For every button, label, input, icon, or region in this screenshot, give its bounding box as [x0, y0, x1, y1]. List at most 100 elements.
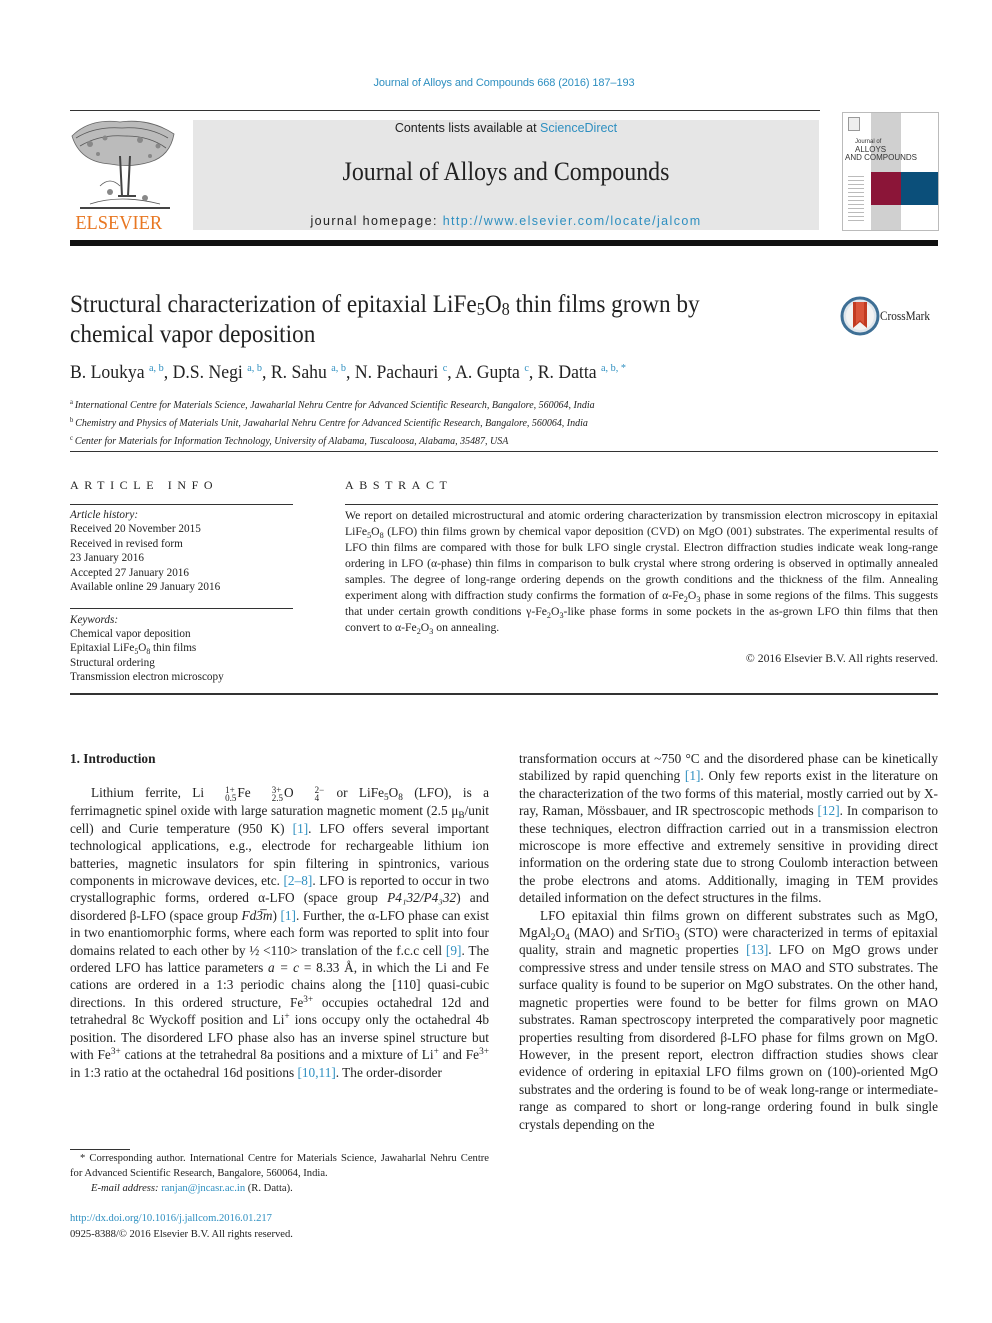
- author-affiliation-ref[interactable]: a, b: [247, 362, 262, 374]
- text: . The order-disorder: [335, 1064, 442, 1080]
- body-column-right: transformation occurs at ~750 °C and the…: [519, 750, 938, 1133]
- sciencedirect-link[interactable]: ScienceDirect: [540, 121, 617, 135]
- space-group: Fd3̅m: [241, 907, 273, 923]
- abstract-heading: ABSTRACT: [345, 478, 453, 492]
- footnote-rule: [70, 1149, 130, 1150]
- keyword-item[interactable]: Structural ordering: [70, 656, 224, 670]
- text: . LFO on MgO grows under compressive str…: [519, 942, 938, 1132]
- reference-link[interactable]: [1]: [293, 821, 309, 836]
- author[interactable]: D.S. Negi: [173, 362, 243, 383]
- formula-stack: 3+ 2.5: [271, 785, 283, 804]
- homepage-line: journal homepage: http://www.elsevier.co…: [193, 214, 819, 228]
- author-affiliation-ref[interactable]: a, b: [331, 362, 346, 374]
- reference-link[interactable]: [12]: [817, 803, 839, 818]
- reference-link[interactable]: [10,11]: [297, 1065, 335, 1080]
- divider-rule: [70, 451, 938, 452]
- author[interactable]: A. Gupta: [455, 362, 520, 383]
- text: Lithium ferrite, Li: [91, 785, 205, 801]
- journal-cover-thumbnail[interactable]: Journal of ALLOYS AND COMPOUNDS: [842, 112, 939, 231]
- cover-contents-lines: [848, 173, 864, 223]
- tree-icon: [70, 116, 176, 211]
- affiliation-key: b: [70, 416, 74, 424]
- formula-stack: 1+ 0.5: [225, 785, 237, 804]
- body-column-left: 1. Introduction Lithium ferrite, Li 1+ 0.5…: [70, 750, 489, 1081]
- space-group: P4₁32/P4₃32: [387, 890, 457, 906]
- header-rule-top: [70, 110, 820, 111]
- journal-title: Journal of Alloys and Compounds: [342, 157, 670, 186]
- body-paragraph: LFO epitaxial thin films grown on differ…: [519, 907, 938, 1132]
- abstract-text: We report on detailed microstructural an…: [345, 508, 938, 636]
- crossmark-icon: [840, 296, 880, 336]
- reference-link[interactable]: [1]: [280, 908, 296, 923]
- title-part: Structural characterization of epitaxial…: [70, 291, 477, 318]
- author-affiliation-ref[interactable]: a, b: [149, 362, 164, 374]
- text: in 1:3 ratio at the octahedral 16d posit…: [70, 1064, 298, 1080]
- author[interactable]: R. Datta: [538, 362, 597, 383]
- article-history-label: Article history:: [70, 509, 139, 521]
- text: cations at the tetrahedral 8a positions …: [120, 1047, 434, 1063]
- abstract-rule: [345, 504, 938, 505]
- body-paragraph: Lithium ferrite, Li 1+ 0.5 Fe 3+ 2.5 O 2− 4 or L…: [70, 785, 490, 1080]
- affiliation-item: b Chemistry and Physics of Materials Unit…: [70, 413, 595, 431]
- affiliation-item: c Center for Materials for Information Te…: [70, 431, 595, 449]
- history-item: Available online 29 January 2016: [70, 581, 221, 594]
- abstract-segment: O: [371, 525, 380, 538]
- header-rule-bottom: [70, 240, 938, 246]
- author-affiliation-ref[interactable]: c: [524, 362, 529, 374]
- author-affiliation-ref[interactable]: c: [443, 362, 448, 374]
- affiliation-key: c: [70, 434, 73, 442]
- doi-link[interactable]: http://dx.doi.org/10.1016/j.jallcom.2016…: [70, 1213, 272, 1224]
- cover-blue-block: [901, 172, 938, 205]
- email-suffix: (R. Datta).: [245, 1183, 293, 1194]
- email-label: E-mail address:: [91, 1183, 162, 1194]
- abstract-copyright: © 2016 Elsevier B.V. All rights reserved…: [745, 652, 938, 665]
- issn-line: 0925-8388/© 2016 Elsevier B.V. All right…: [70, 1229, 293, 1240]
- history-item: 23 January 2016: [70, 552, 144, 565]
- text: (MAO) and SrTiO: [569, 925, 675, 941]
- reference-link[interactable]: [1]: [685, 768, 701, 783]
- title-line2: chemical vapor deposition: [70, 321, 316, 348]
- article-info-heading: ARTICLE INFO: [70, 478, 219, 492]
- keyword-item[interactable]: Epitaxial LiFe5O8 thin films: [70, 641, 224, 655]
- abstract-segment: O: [420, 621, 430, 634]
- author[interactable]: B. Loukya: [70, 362, 145, 383]
- keywords-rule: [70, 608, 293, 609]
- reference-link[interactable]: [2–8]: [284, 873, 313, 888]
- keyword-item[interactable]: Transmission electron microscopy: [70, 670, 224, 684]
- text: . In comparison to these techniques, ele…: [519, 803, 938, 906]
- crossmark-label[interactable]: CrossMark: [880, 309, 930, 324]
- math: a = c: [268, 960, 300, 976]
- cover-publisher-icon: [848, 117, 860, 131]
- section-heading-introduction: 1. Introduction: [70, 751, 156, 766]
- reference-link[interactable]: [13]: [746, 942, 768, 957]
- article-info-rule: [70, 504, 293, 505]
- formula-stack: 2− 4: [314, 785, 325, 804]
- email-line: E-mail address: ranjan@jncasr.ac.in (R. …: [70, 1181, 489, 1196]
- abstract-segment: on annealing.: [433, 621, 500, 634]
- affiliation-text: Center for Materials for Information Tec…: [74, 436, 509, 447]
- text: and Fe: [438, 1047, 480, 1063]
- journal-homepage-link[interactable]: http://www.elsevier.com/locate/jalcom: [443, 214, 702, 228]
- history-item: Accepted 27 January 2016: [70, 566, 189, 579]
- title-subscript: 5: [476, 299, 485, 319]
- keyword-item[interactable]: Chemical vapor deposition: [70, 627, 224, 641]
- affiliation-key: a: [70, 398, 73, 406]
- history-item: Received in revised form: [70, 537, 183, 550]
- title-part: thin films grown by: [509, 291, 700, 318]
- text: or LiFe: [325, 785, 384, 801]
- crossmark-button[interactable]: [840, 296, 880, 336]
- affiliation-text: Chemistry and Physics of Materials Unit,…: [75, 418, 588, 429]
- reference-link[interactable]: [9]: [446, 943, 462, 958]
- affiliation-item: a International Centre for Materials Scie…: [70, 395, 595, 413]
- affiliations: a International Centre for Materials Scie…: [70, 395, 595, 449]
- author[interactable]: N. Pachauri: [355, 362, 438, 383]
- affiliation-text: International Centre for Materials Scien…: [74, 400, 595, 411]
- journal-citation-link[interactable]: Journal of Alloys and Compounds 668 (201…: [0, 77, 992, 89]
- corresponding-author-footnote: * Corresponding author. International Ce…: [70, 1151, 489, 1196]
- keywords: Keywords: Chemical vapor deposition Epit…: [70, 613, 224, 684]
- title-part: O: [484, 291, 502, 318]
- author-affiliation-ref[interactable]: a, b, *: [601, 362, 626, 374]
- author[interactable]: R. Sahu: [271, 362, 327, 383]
- article-history: Article history: Received 20 November 20…: [70, 508, 220, 594]
- email-link[interactable]: ranjan@jncasr.ac.in: [161, 1183, 245, 1194]
